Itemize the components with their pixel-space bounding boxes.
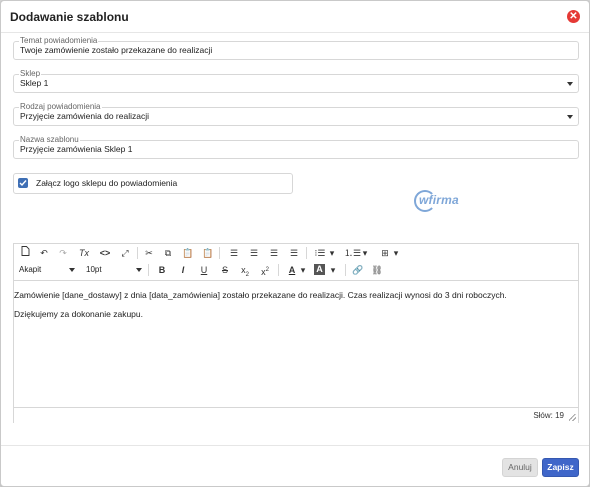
editor-statusbar: Słów: 19 [14,407,578,423]
font-size-value: 10pt [86,265,102,274]
wfirma-logo: wfirma [414,190,474,212]
editor-paragraph-1: Zamówienie [dane_dostawy] z dnia [data_z… [14,290,507,300]
strikethrough-icon[interactable]: S [217,263,233,277]
editor-content[interactable]: Zamówienie [dane_dostawy] z dnia [data_z… [14,281,578,407]
cut-icon[interactable]: ✂ [141,246,157,260]
toolbar-divider [219,247,220,259]
notification-type-label: Rodzaj powiadomienia [19,102,102,111]
attach-logo-checkbox-row[interactable]: Załącz logo sklepu do powiadomienia [13,173,293,194]
paste-icon[interactable]: 📋 [180,246,196,260]
toolbar-divider [137,247,138,259]
cancel-button[interactable]: Anuluj [502,458,538,477]
align-right-icon[interactable]: ☰ [266,246,282,260]
template-name-value: Przyjęcie zamówienia Sklep 1 [20,144,133,154]
background-color-chevron-down-icon[interactable]: ▾ [329,263,337,277]
superscript-icon[interactable]: x2 [257,263,273,277]
toolbar-divider [345,264,346,276]
paste-text-icon[interactable]: 📋 [200,246,216,260]
align-left-icon[interactable]: ☰ [226,246,242,260]
logo-text: wfirma [419,193,459,207]
shop-label: Sklep [19,69,42,78]
chevron-down-icon [69,268,75,272]
link-icon[interactable]: 🔗 [350,263,366,277]
numbered-list-chevron-down-icon[interactable]: ▾ [361,246,369,260]
fullscreen-icon[interactable]: ⤢ [117,246,133,260]
dialog-header: Dodawanie szablonu ✕ [1,1,589,33]
text-color-icon[interactable]: A [284,263,300,277]
resize-handle-icon[interactable] [569,414,576,421]
underline-icon[interactable]: U [196,263,212,277]
chevron-down-icon [567,82,573,86]
block-format-select[interactable]: Akapit [19,263,75,277]
source-code-icon[interactable]: <> [97,246,113,260]
font-size-select[interactable]: 10pt [86,263,142,277]
bold-icon[interactable]: B [154,263,170,277]
notification-type-value: Przyjęcie zamówienia do realizacji [20,111,149,121]
rich-text-editor: ↶ ↷ Tx <> ⤢ ✂ ⧉ 📋 📋 ☰ ☰ ☰ ☰ ⁝☰ ▾ ⒈☰ ▾ ⊞ … [13,243,579,423]
chevron-down-icon [136,268,142,272]
redo-icon[interactable]: ↷ [55,246,71,260]
chevron-down-icon [567,115,573,119]
dialog-footer: Anuluj Zapisz [1,445,589,486]
unlink-icon[interactable]: ⛓ [369,263,385,277]
subscript-icon[interactable]: x2 [237,263,253,278]
bullet-list-chevron-down-icon[interactable]: ▾ [328,246,336,260]
editor-paragraph-2: Dziękujemy za dokonanie zakupu. [14,309,143,319]
background-color-icon[interactable]: A [314,264,325,275]
bullet-list-icon[interactable]: ⁝☰ [312,246,328,260]
text-color-chevron-down-icon[interactable]: ▾ [299,263,307,277]
attach-logo-checkbox[interactable] [18,178,28,188]
numbered-list-icon[interactable]: ⒈☰ [344,246,361,260]
subject-value: Twoje zamówienie zostało przekazane do r… [20,45,213,55]
editor-toolbar: ↶ ↷ Tx <> ⤢ ✂ ⧉ 📋 📋 ☰ ☰ ☰ ☰ ⁝☰ ▾ ⒈☰ ▾ ⊞ … [14,244,578,281]
attach-logo-label: Załącz logo sklepu do powiadomienia [36,178,178,188]
align-center-icon[interactable]: ☰ [246,246,262,260]
subject-label: Temat powiadomienia [19,36,99,45]
template-dialog: Dodawanie szablonu ✕ Twoje zamówienie zo… [0,0,590,487]
shop-value: Sklep 1 [20,78,49,88]
copy-icon[interactable]: ⧉ [160,246,176,260]
close-icon[interactable]: ✕ [567,10,580,23]
word-count: Słów: 19 [533,411,564,420]
save-button[interactable]: Zapisz [542,458,579,477]
undo-icon[interactable]: ↶ [36,246,52,260]
new-document-icon[interactable] [17,246,33,260]
toolbar-divider [306,247,307,259]
italic-icon[interactable]: I [175,263,191,277]
toolbar-divider [148,264,149,276]
table-chevron-down-icon[interactable]: ▾ [392,246,400,260]
template-name-label: Nazwa szablonu [19,135,80,144]
table-icon[interactable]: ⊞ [377,246,393,260]
clear-formatting-icon[interactable]: Tx [76,246,92,260]
dialog-title: Dodawanie szablonu [10,10,129,24]
align-justify-icon[interactable]: ☰ [286,246,302,260]
shop-select[interactable]: Sklep 1 [13,74,579,93]
block-format-value: Akapit [19,265,42,274]
toolbar-divider [278,264,279,276]
check-icon [19,180,27,187]
template-name-field[interactable]: Przyjęcie zamówienia Sklep 1 [13,140,579,159]
